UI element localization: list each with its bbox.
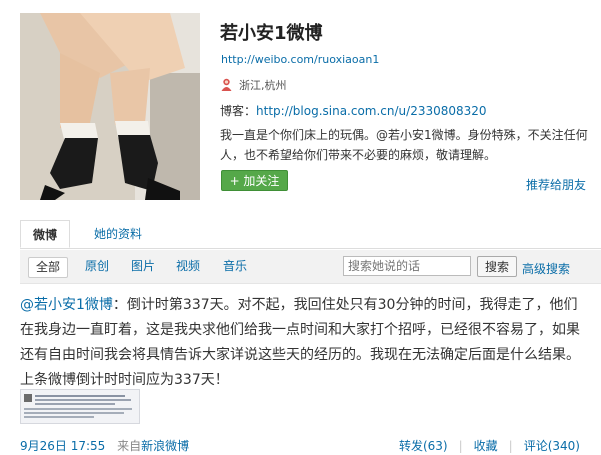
blog-label: 博客： [220, 104, 257, 118]
separator: | [458, 438, 463, 453]
recommend-to-friend-link[interactable]: 推荐给朋友 [526, 176, 586, 193]
filter-bar: 全部 原创 图片 视频 音乐 搜索 高级搜索 [20, 250, 601, 284]
post-search-input[interactable] [343, 256, 471, 276]
profile-name: 若小安1微博 [220, 23, 323, 44]
blog-row: 博客：http://blog.sina.com.cn/u/2330808320 [220, 102, 487, 119]
profile-bio: 我一直是个你们床上的玩偶。@若小安1微博。身份特殊，不关注任何人，也不希望给你们… [220, 128, 588, 162]
blog-link[interactable]: http://blog.sina.com.cn/u/2330808320 [256, 104, 487, 118]
profile-tabs: 微博 她的资料 [20, 220, 601, 249]
avatar[interactable] [20, 13, 200, 200]
post-thumbnail[interactable] [20, 389, 140, 424]
location-row: 浙江,杭州 [220, 77, 287, 93]
post-footer: 9月26日 17:55 来自新浪微博 转发(63) | 收藏 | 评论(340) [20, 437, 580, 454]
filter-all[interactable]: 全部 [28, 257, 69, 278]
filter-original[interactable]: 原创 [78, 257, 116, 276]
post-text: @若小安1微博：倒计时第337天。对不起，我回住处只有30分钟的时间，我得走了，… [20, 293, 586, 393]
avatar-image [20, 13, 200, 200]
tab-her-profile[interactable]: 她的资料 [82, 220, 154, 248]
post-actions: 转发(63) | 收藏 | 评论(340) [399, 437, 580, 454]
post-author-link[interactable]: @若小安1微博 [20, 297, 113, 313]
location-text: 浙江,杭州 [239, 79, 287, 92]
post-source-prefix: 来自 [117, 439, 142, 453]
post-time-link[interactable]: 9月26日 17:55 [20, 439, 105, 453]
post-thumbnail-image [21, 390, 139, 423]
advanced-search-link[interactable]: 高级搜索 [522, 260, 570, 277]
filter-music[interactable]: 音乐 [216, 257, 254, 276]
post-source-link[interactable]: 新浪微博 [141, 439, 189, 453]
comment-link[interactable]: 评论(340) [524, 437, 580, 454]
repost-link[interactable]: 转发(63) [399, 437, 448, 454]
separator: | [508, 438, 513, 453]
follow-button[interactable]: + 加关注 [221, 170, 288, 191]
favorite-link[interactable]: 收藏 [474, 437, 498, 454]
tab-weibo[interactable]: 微博 [20, 220, 71, 248]
filter-images[interactable]: 图片 [124, 257, 162, 276]
filter-videos[interactable]: 视频 [169, 257, 207, 276]
search-button[interactable]: 搜索 [477, 256, 517, 277]
female-user-icon [221, 78, 232, 91]
profile-url-link[interactable]: http://weibo.com/ruoxiaoan1 [221, 53, 379, 66]
